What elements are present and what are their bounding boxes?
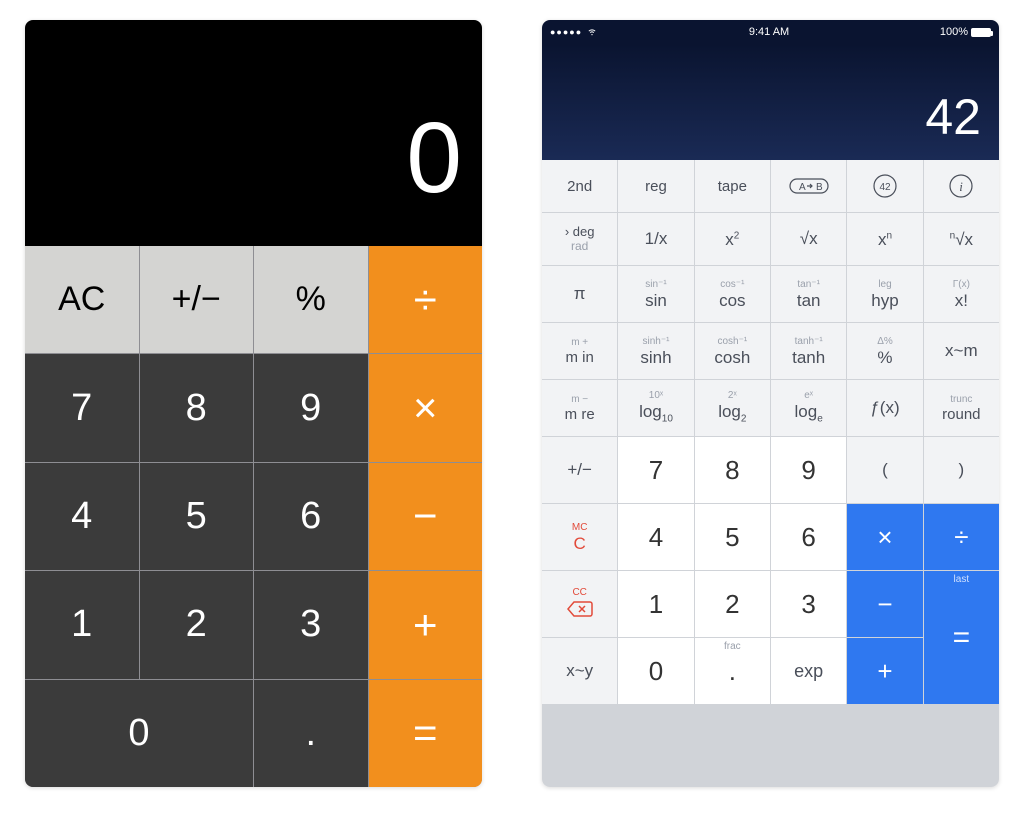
digit-4-button[interactable]: 4 <box>25 463 139 570</box>
digit-2-button[interactable]: 2 <box>140 571 254 678</box>
digit-1-button[interactable]: 1 <box>25 571 139 678</box>
battery-indicator: 100% <box>940 26 991 38</box>
sinh-button[interactable]: sinh⁻¹sinh <box>618 323 693 379</box>
digit-9-button[interactable]: 9 <box>254 354 368 461</box>
equals-button[interactable]: = <box>369 680 483 787</box>
battery-icon <box>971 28 991 37</box>
wifi-icon <box>586 25 598 40</box>
log10-button[interactable]: 10ˣlog10 <box>618 380 693 436</box>
digit-7-button[interactable]: 7 <box>618 437 693 503</box>
info-button[interactable]: i <box>924 160 999 212</box>
add-button[interactable]: + <box>369 571 483 678</box>
display: 42 <box>542 44 999 160</box>
square-button[interactable]: x2 <box>695 213 770 265</box>
digit-6-button[interactable]: 6 <box>771 504 846 570</box>
fx-button[interactable]: ƒ(x) <box>847 380 922 436</box>
digit-8-button[interactable]: 8 <box>695 437 770 503</box>
cosh-button[interactable]: cosh⁻¹cosh <box>695 323 770 379</box>
digit-5-button[interactable]: 5 <box>695 504 770 570</box>
digit-7-button[interactable]: 7 <box>25 354 139 461</box>
delete-button[interactable]: CC <box>542 571 617 637</box>
m-re-button[interactable]: m −m re <box>542 380 617 436</box>
power-button[interactable]: xn <box>847 213 922 265</box>
sqrt-button[interactable]: √x <box>771 213 846 265</box>
digit-0-button[interactable]: 0 <box>618 638 693 704</box>
digit-4-button[interactable]: 4 <box>618 504 693 570</box>
percent-button[interactable]: Δ%% <box>847 323 922 379</box>
add-button[interactable]: + <box>847 638 922 704</box>
log2-button[interactable]: 2ˣlog2 <box>695 380 770 436</box>
tape-button[interactable]: tape <box>695 160 770 212</box>
round-button[interactable]: truncround <box>924 380 999 436</box>
svg-text:A: A <box>799 182 806 193</box>
scientific-calculator: ●●●●● 9:41 AM 100% 42 2nd reg tape AB 42… <box>542 20 999 787</box>
battery-percent: 100% <box>940 26 968 38</box>
subtract-button[interactable]: − <box>847 571 922 637</box>
percent-button[interactable]: % <box>254 246 368 353</box>
basic-calculator: 0 AC +/− % ÷ 7 8 9 × 4 5 6 − 1 2 3 + 0 .… <box>25 20 482 787</box>
divide-button[interactable]: ÷ <box>924 504 999 570</box>
clear-button[interactable]: MCC <box>542 504 617 570</box>
exp-button[interactable]: exp <box>771 638 846 704</box>
x-tilde-m-button[interactable]: x~m <box>924 323 999 379</box>
multiply-button[interactable]: × <box>369 354 483 461</box>
display: 0 <box>25 20 482 246</box>
subtract-button[interactable]: − <box>369 463 483 570</box>
digit-8-button[interactable]: 8 <box>140 354 254 461</box>
svg-text:i: i <box>960 179 964 194</box>
ac-button[interactable]: AC <box>25 246 139 353</box>
tan-button[interactable]: tan⁻¹tan <box>771 266 846 322</box>
divide-button[interactable]: ÷ <box>369 246 483 353</box>
sign-button[interactable]: +/− <box>140 246 254 353</box>
cos-button[interactable]: cos⁻¹cos <box>695 266 770 322</box>
x-tilde-y-button[interactable]: x~y <box>542 638 617 704</box>
signal-dots-icon: ●●●●● <box>550 27 582 37</box>
loge-button[interactable]: eˣloge <box>771 380 846 436</box>
decimal-button[interactable]: . <box>254 680 368 787</box>
nth-root-button[interactable]: n√x <box>924 213 999 265</box>
digit-6-button[interactable]: 6 <box>254 463 368 570</box>
pi-button[interactable]: π <box>542 266 617 322</box>
right-paren-button[interactable]: ) <box>924 437 999 503</box>
keypad: 2nd reg tape AB 42 i › deg rad 1/x x2 √x… <box>542 160 999 787</box>
reg-button[interactable]: reg <box>618 160 693 212</box>
hyp-button[interactable]: leghyp <box>847 266 922 322</box>
svg-text:42: 42 <box>879 182 891 193</box>
digit-0-button[interactable]: 0 <box>25 680 253 787</box>
svg-text:B: B <box>816 182 823 193</box>
left-paren-button[interactable]: ( <box>847 437 922 503</box>
equals-button[interactable]: last= <box>924 571 999 704</box>
keypad: AC +/− % ÷ 7 8 9 × 4 5 6 − 1 2 3 + 0 . = <box>25 246 482 787</box>
digit-3-button[interactable]: 3 <box>254 571 368 678</box>
forty-two-button[interactable]: 42 <box>847 160 922 212</box>
status-bar: ●●●●● 9:41 AM 100% <box>542 20 999 44</box>
second-button[interactable]: 2nd <box>542 160 617 212</box>
reciprocal-button[interactable]: 1/x <box>618 213 693 265</box>
factorial-button[interactable]: Γ(x)x! <box>924 266 999 322</box>
deg-rad-button[interactable]: › deg rad <box>542 213 617 265</box>
digit-3-button[interactable]: 3 <box>771 571 846 637</box>
m-in-button[interactable]: m +m in <box>542 323 617 379</box>
sin-button[interactable]: sin⁻¹sin <box>618 266 693 322</box>
digit-2-button[interactable]: 2 <box>695 571 770 637</box>
decimal-button[interactable]: frac. <box>695 638 770 704</box>
convert-ab-button[interactable]: AB <box>771 160 846 212</box>
digit-5-button[interactable]: 5 <box>140 463 254 570</box>
digit-9-button[interactable]: 9 <box>771 437 846 503</box>
tanh-button[interactable]: tanh⁻¹tanh <box>771 323 846 379</box>
multiply-button[interactable]: × <box>847 504 922 570</box>
sign-button[interactable]: +/− <box>542 437 617 503</box>
backspace-icon <box>566 600 594 621</box>
clock: 9:41 AM <box>749 26 789 38</box>
digit-1-button[interactable]: 1 <box>618 571 693 637</box>
